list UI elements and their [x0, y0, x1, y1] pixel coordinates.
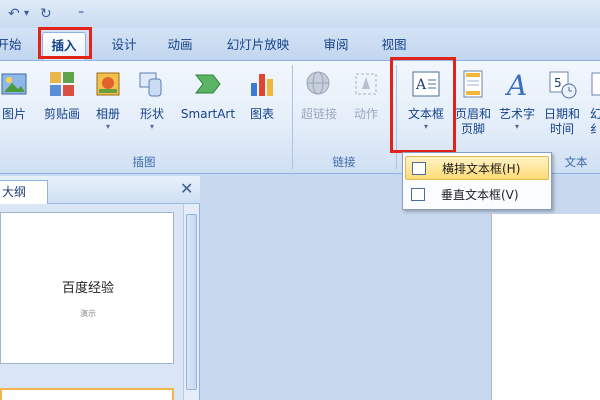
textbox-dropdown-menu: 横排文本框(H) 垂直文本框(V) — [402, 152, 552, 210]
slide-thumbnail[interactable]: 百度经验 演示 — [0, 212, 174, 364]
group-separator — [292, 65, 293, 169]
undo-dropdown-icon[interactable]: ▾ — [24, 5, 29, 23]
svg-text:5: 5 — [554, 76, 562, 90]
tab-review[interactable]: 审阅 — [316, 34, 356, 56]
slide-canvas[interactable] — [491, 214, 600, 400]
datetime-button[interactable]: 5 日期和 时间 — [540, 69, 584, 137]
group-label-text: 文本 — [564, 155, 588, 169]
wordart-button[interactable]: A 艺术字 ▾ — [496, 69, 538, 132]
header-footer-icon — [463, 70, 483, 98]
slide-thumbnail-subtitle: 演示 — [80, 309, 96, 318]
horizontal-textbox-icon — [412, 162, 426, 175]
tab-animation[interactable]: 动画 — [160, 34, 200, 56]
header-footer-button[interactable]: 页眉和 页脚 — [452, 69, 494, 137]
tab-view[interactable]: 视图 — [374, 34, 414, 56]
redo-icon[interactable]: ↻ — [40, 5, 52, 23]
action-button[interactable]: 动作 — [346, 69, 386, 122]
wordart-icon: A — [504, 69, 527, 102]
menu-item-horizontal-textbox[interactable]: 横排文本框(H) — [405, 156, 549, 180]
customize-toolbar-icon[interactable]: ⁼ — [78, 5, 84, 23]
picture-icon — [1, 73, 27, 95]
slide-number-button[interactable]: 幻 纟 — [586, 69, 600, 137]
tab-slideshow[interactable]: 幻灯片放映 — [220, 34, 296, 56]
group-label-links: 链接 — [332, 155, 356, 169]
hyperlink-button[interactable]: 超链接 — [298, 69, 340, 122]
tab-design[interactable]: 设计 — [104, 34, 144, 56]
vertical-textbox-icon — [411, 188, 425, 201]
smartart-button[interactable]: SmartArt — [176, 69, 240, 122]
scrollbar-thumb[interactable] — [186, 214, 197, 390]
clipart-icon — [50, 72, 74, 96]
close-icon[interactable]: ✕ — [180, 180, 193, 198]
smartart-icon — [194, 74, 221, 94]
album-button[interactable]: 相册 ▾ — [88, 69, 128, 132]
panel-header: 大纲 ✕ — [0, 176, 200, 204]
panel-scrollbar[interactable] — [183, 204, 199, 400]
slide-thumbnail-title: 百度经验 — [61, 281, 114, 296]
picture-button[interactable]: 图片 — [0, 69, 34, 122]
calendar-clock-icon: 5 — [549, 71, 577, 99]
quick-access-toolbar: ↶ ▾ ↻ ⁼ — [0, 0, 600, 28]
clipart-button[interactable]: 剪贴画 — [38, 69, 86, 122]
insert-tab-highlight — [38, 27, 92, 59]
shapes-icon — [139, 72, 162, 97]
shapes-button[interactable]: 形状 ▾ — [132, 69, 172, 132]
photo-album-icon — [96, 72, 120, 96]
group-label-illustrations: 插图 — [132, 155, 156, 169]
chart-button[interactable]: 图表 — [242, 69, 282, 122]
slides-outline-panel: 大纲 ✕ 百度经验 演示 — [0, 176, 200, 400]
tab-outline[interactable]: 大纲 — [0, 180, 48, 204]
slide-number-icon — [591, 72, 600, 96]
tab-home[interactable]: 开始 — [0, 34, 22, 56]
action-icon — [355, 73, 377, 95]
slide-thumbnail[interactable] — [0, 388, 174, 400]
svg-text:A: A — [504, 69, 527, 99]
globe-link-icon — [306, 71, 330, 95]
undo-icon[interactable]: ↶ — [8, 5, 20, 23]
bar-chart-icon — [251, 74, 273, 96]
textbox-button-highlight — [390, 57, 456, 153]
menu-item-vertical-textbox[interactable]: 垂直文本框(V) — [405, 183, 549, 207]
